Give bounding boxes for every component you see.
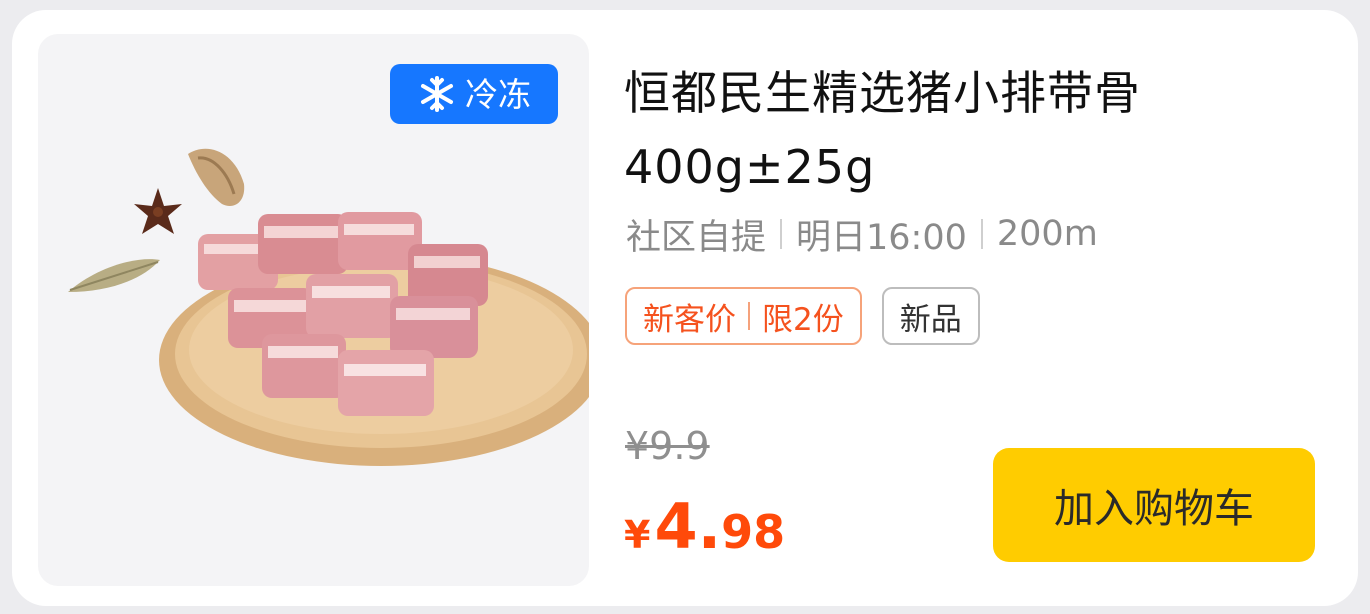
product-card[interactable]: 冷冻 恒都民生精选猪小排带骨 400g±25g 社区自提 明日16:00 200… — [12, 10, 1358, 606]
delivery-time: 明日16:00 — [796, 217, 967, 258]
price-decimal: 98 — [721, 505, 786, 559]
new-customer-tag: 新客价 限2份 — [625, 287, 862, 345]
product-title-line1: 恒都民生精选猪小排带骨 — [624, 66, 1141, 120]
current-price: ¥ 4. 98 — [624, 496, 785, 558]
divider — [748, 302, 750, 330]
frozen-badge: 冷冻 — [390, 64, 558, 124]
product-image[interactable]: 冷冻 — [38, 34, 589, 586]
purchase-limit-label: 限2份 — [762, 301, 844, 338]
delivery-info: 社区自提 明日16:00 200m — [626, 212, 1098, 258]
promo-tags: 新客价 限2份 新品 — [625, 287, 980, 345]
delivery-method: 社区自提 — [626, 217, 767, 258]
divider — [780, 219, 783, 249]
product-title[interactable]: 恒都民生精选猪小排带骨 400g±25g — [624, 56, 1264, 204]
price-currency: ¥ — [624, 513, 651, 557]
snowflake-icon — [421, 76, 453, 112]
price-integer: 4. — [654, 490, 722, 563]
product-title-line2: 400g±25g — [624, 140, 876, 194]
new-customer-price-label: 新客价 — [643, 301, 736, 338]
divider — [980, 219, 983, 249]
pickup-distance: 200m — [996, 214, 1098, 254]
new-product-label: 新品 — [899, 301, 962, 338]
frozen-badge-label: 冷冻 — [465, 74, 531, 114]
original-price: ¥9.9 — [625, 424, 710, 468]
add-to-cart-button[interactable]: 加入购物车 — [993, 448, 1315, 562]
new-product-tag: 新品 — [881, 287, 980, 345]
